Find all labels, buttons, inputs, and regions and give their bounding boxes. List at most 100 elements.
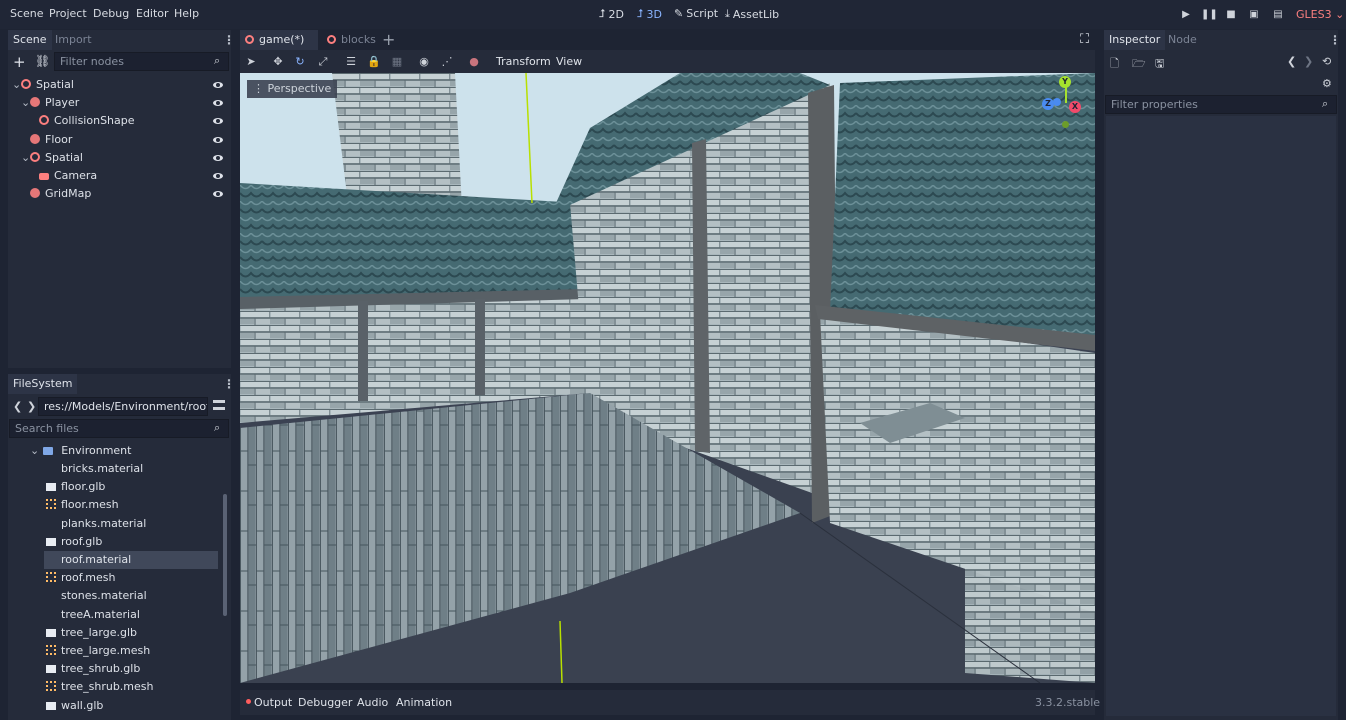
file-item[interactable]: treeA.material (44, 606, 218, 624)
tab-inspector[interactable]: Inspector (1104, 30, 1166, 50)
file-item[interactable]: tree_shrub.mesh (44, 678, 218, 696)
tree-node[interactable]: ⌄ Spatial (12, 76, 74, 94)
list-select-icon[interactable]: ☰ (344, 55, 358, 69)
perspective-menu[interactable]: ⋮ Perspective (247, 80, 338, 98)
inspector-menu-icon[interactable]: ⋮ (1329, 33, 1341, 47)
file-item[interactable]: roof.mesh (44, 569, 218, 587)
tab-game[interactable]: game(*) ✕ (240, 30, 318, 66)
tree-node[interactable]: ⌄ Player (21, 94, 79, 112)
forward-icon[interactable]: ❯ (27, 400, 36, 413)
mode-2d-button[interactable]: ⮥ 2D (599, 7, 624, 21)
play-icon[interactable]: ▶ (1179, 8, 1193, 22)
mode-3d-button[interactable]: ⮥ 3D (637, 7, 662, 21)
new-tab-icon[interactable]: + (382, 30, 395, 49)
back-icon[interactable]: ❮ (13, 400, 22, 413)
scrollbar[interactable] (223, 494, 227, 616)
tab-node[interactable]: Node (1163, 30, 1202, 50)
add-node-icon[interactable]: + (13, 53, 26, 71)
history-forward-icon[interactable]: ❯ (1304, 55, 1313, 68)
file-item[interactable]: planks.material (44, 515, 218, 533)
file-item[interactable]: roof.glb (44, 533, 218, 551)
transform-menu[interactable]: Transform (496, 55, 551, 68)
renderer-selector[interactable]: GLES3 ⌄ (1296, 8, 1344, 21)
file-item[interactable]: floor.mesh (44, 496, 218, 514)
lock-icon[interactable]: 🔒 (367, 55, 381, 69)
scale-icon[interactable]: ⤢ (316, 55, 330, 69)
split-view-icon[interactable] (213, 400, 225, 410)
play-custom-icon[interactable]: ▤ (1271, 8, 1285, 22)
kinematic-body-icon (30, 97, 40, 108)
axis-x-icon[interactable]: X (1069, 101, 1081, 113)
mode-script-button[interactable]: ✎ Script (674, 7, 718, 20)
file-name: bricks.material (61, 462, 144, 475)
new-resource-icon[interactable]: 🗋 (1110, 55, 1119, 74)
file-item[interactable]: floor.glb (44, 478, 218, 496)
tab-output[interactable]: Output (254, 696, 292, 709)
glb-file-icon (46, 537, 56, 546)
tab-blocks[interactable]: blocks (322, 30, 381, 50)
select-icon[interactable]: ➤ (244, 55, 258, 69)
tree-node[interactable]: Camera (30, 167, 97, 185)
tab-scene[interactable]: Scene (8, 30, 52, 50)
menu-debug[interactable]: Debug (93, 7, 129, 20)
visibility-eye-icon[interactable] (213, 82, 223, 88)
tab-animation[interactable]: Animation (396, 696, 452, 709)
file-item[interactable]: bricks.material (44, 460, 218, 478)
file-item[interactable]: tree_shrub.glb (44, 660, 218, 678)
stop-icon[interactable]: ■ (1224, 8, 1238, 22)
chevron-down-icon[interactable]: ⌄ (21, 94, 30, 112)
visibility-eye-icon[interactable] (213, 154, 223, 161)
camera-preview-icon[interactable]: ● (467, 55, 481, 69)
visibility-eye-icon[interactable] (213, 173, 223, 179)
chevron-down-icon[interactable]: ⌄ (12, 76, 21, 94)
tree-node[interactable]: CollisionShape (30, 112, 135, 130)
glb-file-icon (46, 701, 56, 710)
filter-properties-input[interactable]: Filter properties (1105, 95, 1337, 114)
tab-audio[interactable]: Audio (357, 696, 388, 709)
menu-editor[interactable]: Editor (136, 7, 169, 20)
snap-icon[interactable]: ⋰ (440, 55, 454, 69)
visibility-eye-icon[interactable] (213, 136, 223, 143)
menu-project[interactable]: Project (49, 7, 87, 20)
filesystem-menu-icon[interactable]: ⋮ (223, 377, 235, 391)
tab-debugger[interactable]: Debugger (298, 696, 352, 709)
tab-filesystem[interactable]: FileSystem (8, 374, 78, 394)
object-properties-icon[interactable]: ⚙ (1322, 77, 1332, 90)
3d-viewport[interactable]: ⋮ Perspective Y Z X (240, 73, 1095, 683)
tree-node[interactable]: ⌄ Spatial (21, 149, 83, 167)
axis-gizmo[interactable]: Y Z X (1040, 75, 1090, 135)
file-item[interactable]: wall.glb (44, 697, 218, 715)
menu-scene[interactable]: Scene (10, 7, 44, 20)
fullscreen-icon[interactable]: ⛶ (1080, 32, 1089, 47)
gridmap-icon (30, 188, 40, 199)
open-resource-icon[interactable]: 🗁 (1132, 55, 1146, 74)
filter-nodes-input[interactable]: Filter nodes (54, 52, 229, 71)
file-item[interactable]: stones.material (44, 587, 218, 605)
path-field[interactable]: res://Models/Environment/roof.ma (38, 397, 208, 416)
chevron-down-icon[interactable]: ⌄ (21, 149, 30, 167)
play-scene-icon[interactable]: ▣ (1247, 8, 1261, 22)
file-item[interactable]: tree_large.mesh (44, 642, 218, 660)
tree-node[interactable]: GridMap (21, 185, 91, 203)
axis-y-icon[interactable]: Y (1059, 76, 1071, 88)
dock-menu-icon[interactable]: ⋮ (223, 33, 235, 47)
history-icon[interactable]: ⟲ (1322, 55, 1331, 68)
move-icon[interactable]: ✥ (271, 55, 285, 69)
folder-environment[interactable]: ⌄ Environment (30, 442, 131, 460)
search-files-input[interactable]: Search files (9, 419, 229, 438)
tab-import[interactable]: Import (50, 30, 97, 50)
save-resource-icon[interactable]: 🖫 (1155, 55, 1164, 74)
search-icon: ⌕ (214, 54, 221, 67)
history-back-icon[interactable]: ❮ (1287, 55, 1296, 68)
tree-node[interactable]: Floor (21, 131, 72, 149)
group-icon[interactable]: ▦ (390, 55, 404, 69)
pause-icon[interactable]: ❚❚ (1201, 8, 1218, 22)
file-item[interactable]: tree_large.glb (44, 624, 218, 642)
file-item[interactable]: roof.material (44, 551, 218, 569)
menu-help[interactable]: Help (174, 7, 199, 20)
rotate-icon[interactable]: ↻ (293, 55, 307, 69)
view-menu[interactable]: View (556, 55, 582, 68)
link-icon[interactable]: ⛓ (35, 54, 50, 68)
mode-assetlib-button[interactable]: ⤓ AssetLib (725, 7, 779, 21)
local-space-icon[interactable]: ◉ (417, 55, 431, 69)
